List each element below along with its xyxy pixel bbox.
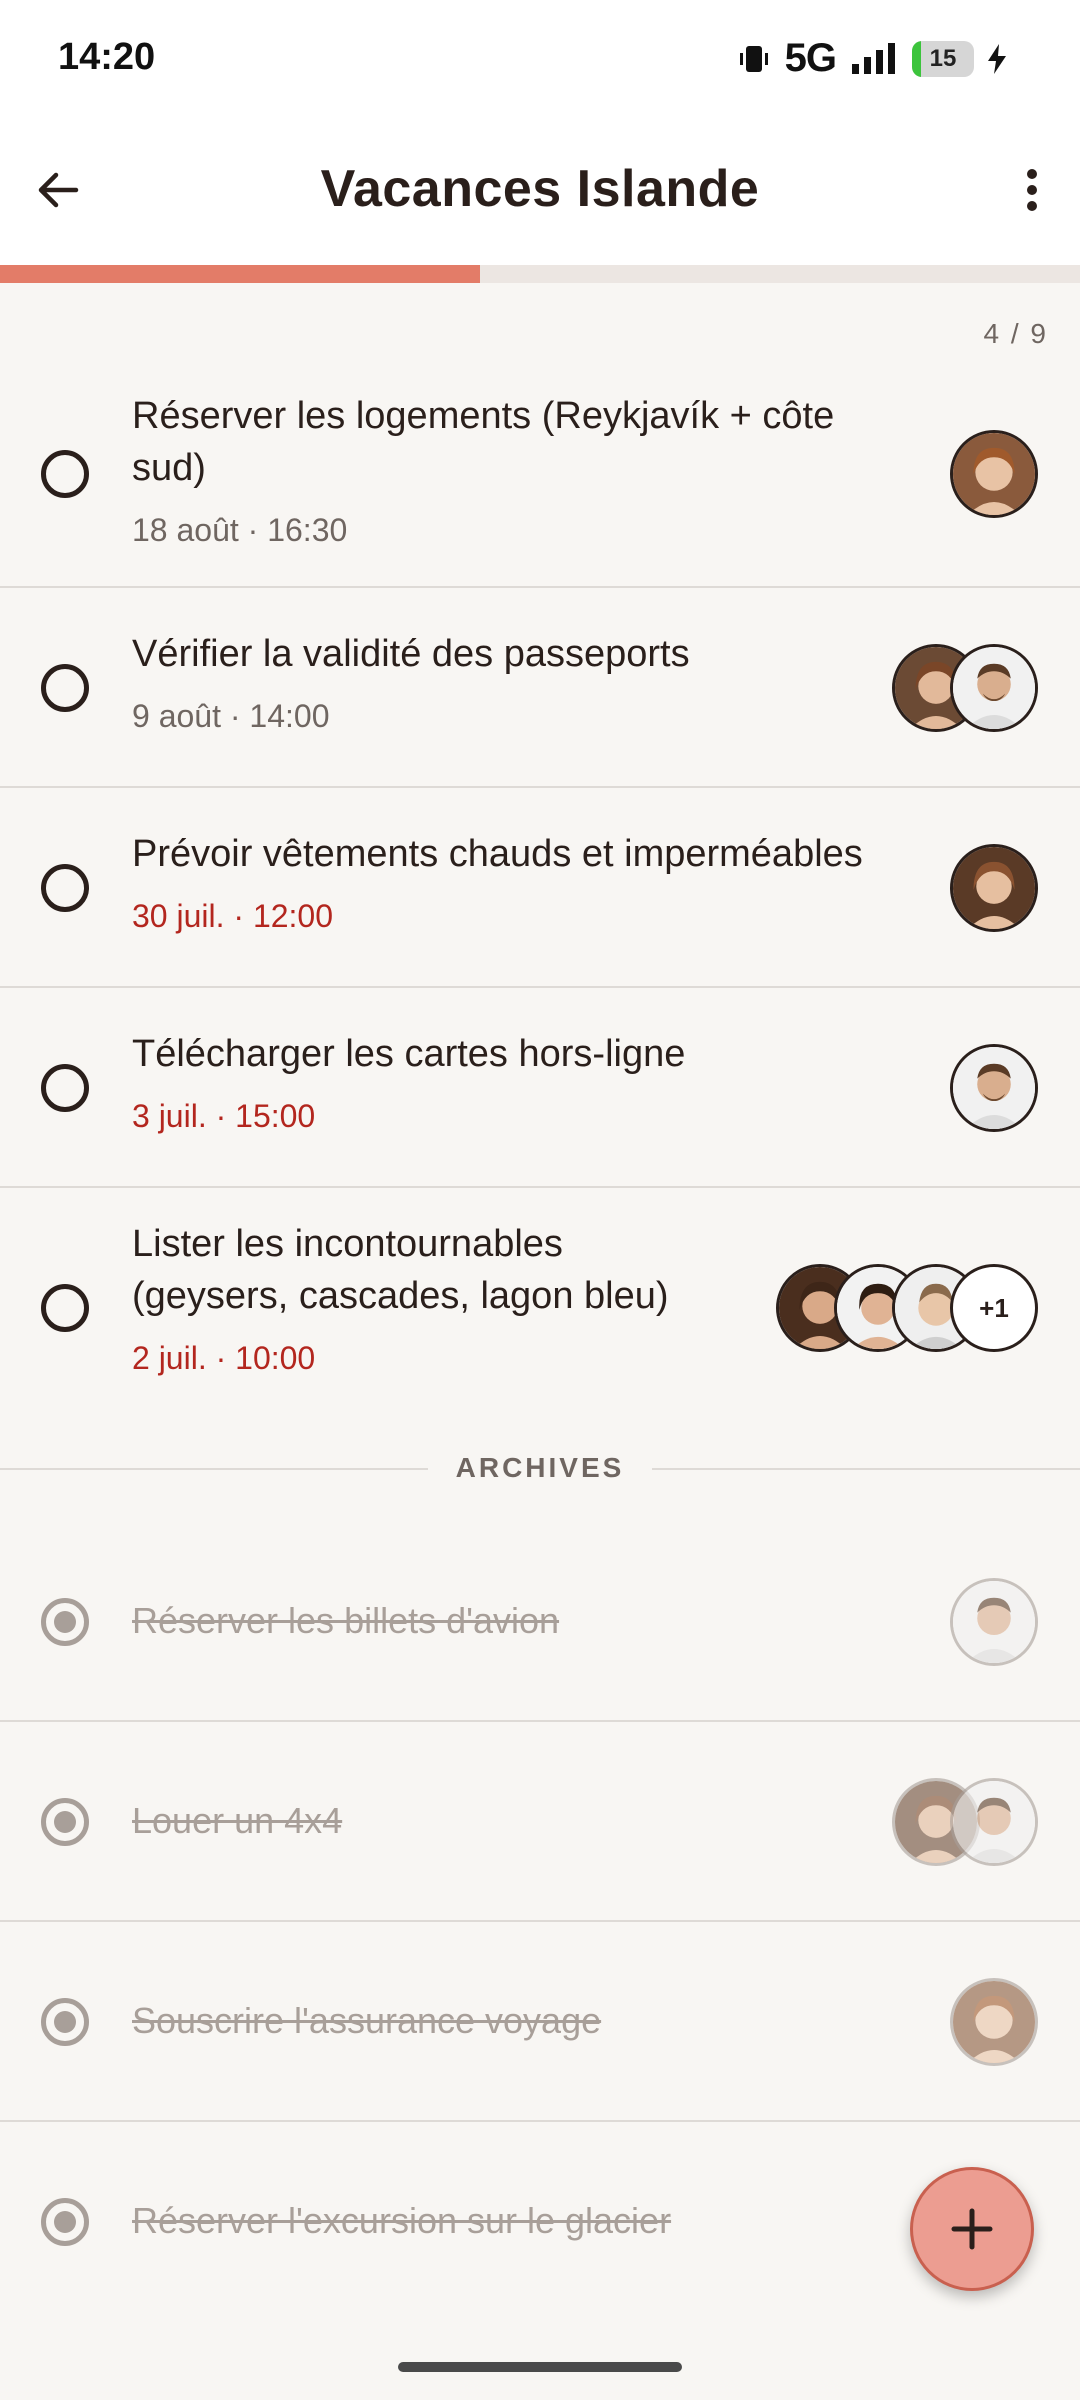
completed-checkbox[interactable] [41, 1798, 89, 1846]
task-title-cont: (geysers, cascades, lagon bleu) [132, 1275, 669, 1317]
task-title: Vérifier la validité des passeports [132, 633, 690, 675]
avatar [950, 1778, 1038, 1866]
charging-icon [988, 43, 1006, 74]
task-date: 30 juil. · 12:00 [132, 898, 334, 934]
archived-task-item[interactable]: Réserver les billets d'avion [0, 1522, 1080, 1722]
assignee-avatars[interactable] [950, 844, 1038, 932]
assignee-avatars[interactable] [950, 1578, 1038, 1666]
archived-task-item[interactable]: Souscrire l'assurance voyage [0, 1922, 1080, 2122]
avatar [950, 644, 1038, 732]
avatar [950, 430, 1038, 518]
completed-checkbox[interactable] [41, 1598, 89, 1646]
task-item[interactable]: Réserver les logements (Reykjavík + côte… [0, 360, 1080, 588]
vibrate-icon [739, 45, 768, 72]
more-vert-icon [1027, 169, 1037, 211]
task-checkbox[interactable] [41, 1284, 89, 1332]
task-date: 3 juil. · 15:00 [132, 1098, 316, 1134]
completed-checkbox[interactable] [41, 2198, 89, 2246]
progress-fill [0, 265, 480, 283]
archived-task-item[interactable]: Louer un 4x4 [0, 1722, 1080, 1922]
task-item[interactable]: Prévoir vêtements chauds et imperméables… [0, 788, 1080, 988]
assignee-avatars[interactable] [892, 1778, 1038, 1866]
status-time: 14:20 [58, 36, 156, 78]
signal-icon [852, 42, 895, 74]
archived-task-title: Louer un 4x4 [132, 1800, 343, 1841]
task-checkbox[interactable] [41, 864, 89, 912]
task-item[interactable]: Lister les incontournables (geysers, cas… [0, 1188, 1080, 1428]
add-task-button[interactable] [910, 2167, 1034, 2291]
task-list: Réserver les logements (Reykjavík + côte… [0, 360, 1080, 1428]
task-checkbox[interactable] [41, 450, 89, 498]
task-count: 4 / 9 [983, 318, 1048, 349]
archived-task-title: Souscrire l'assurance voyage [132, 2000, 602, 2041]
archives-divider: ARCHIVES [0, 1430, 1080, 1510]
plus-icon [951, 2208, 993, 2250]
more-assignees-badge: +1 [950, 1264, 1038, 1352]
task-date: 18 août · 16:30 [132, 512, 348, 548]
status-icons: 5G 15 [737, 36, 1010, 81]
assignee-avatars[interactable] [892, 644, 1038, 732]
completed-checkbox[interactable] [41, 1998, 89, 2046]
battery-level: 15 [929, 44, 957, 72]
status-bar: 14:20 5G 15 [0, 0, 1080, 115]
home-indicator[interactable] [398, 2362, 682, 2372]
avatar [950, 844, 1038, 932]
avatar [950, 1578, 1038, 1666]
task-title: Lister les incontournables [132, 1223, 563, 1265]
more-options-button[interactable] [994, 152, 1070, 228]
avatar [950, 1044, 1038, 1132]
assignee-avatars[interactable]: +1 [776, 1264, 1038, 1352]
task-date: 2 juil. · 10:00 [132, 1340, 316, 1376]
task-title-cont: sud) [132, 447, 206, 489]
task-title: Prévoir vêtements chauds et imperméables [132, 833, 863, 875]
page-title: Vacances Islande [320, 160, 760, 218]
task-checkbox[interactable] [41, 1064, 89, 1112]
progress-bar [0, 265, 1080, 283]
task-checkbox[interactable] [41, 664, 89, 712]
archived-task-title: Réserver l'excursion sur le glacier [132, 2200, 672, 2241]
network-label: 5G [784, 36, 837, 80]
avatar [950, 1978, 1038, 2066]
task-item[interactable]: Télécharger les cartes hors-ligne 3 juil… [0, 988, 1080, 1188]
assignee-avatars[interactable] [950, 430, 1038, 518]
assignee-avatars[interactable] [950, 1978, 1038, 2066]
task-title: Télécharger les cartes hors-ligne [132, 1033, 686, 1075]
task-title: Réserver les logements (Reykjavík + côte [132, 395, 835, 437]
assignee-avatars[interactable] [950, 1044, 1038, 1132]
app-bar: Vacances Islande [0, 115, 1080, 265]
archived-task-title: Réserver les billets d'avion [132, 1600, 560, 1641]
task-date: 9 août · 14:00 [132, 698, 330, 734]
task-item[interactable]: Vérifier la validité des passeports 9 ao… [0, 588, 1080, 788]
battery-icon: 15 [912, 40, 974, 77]
